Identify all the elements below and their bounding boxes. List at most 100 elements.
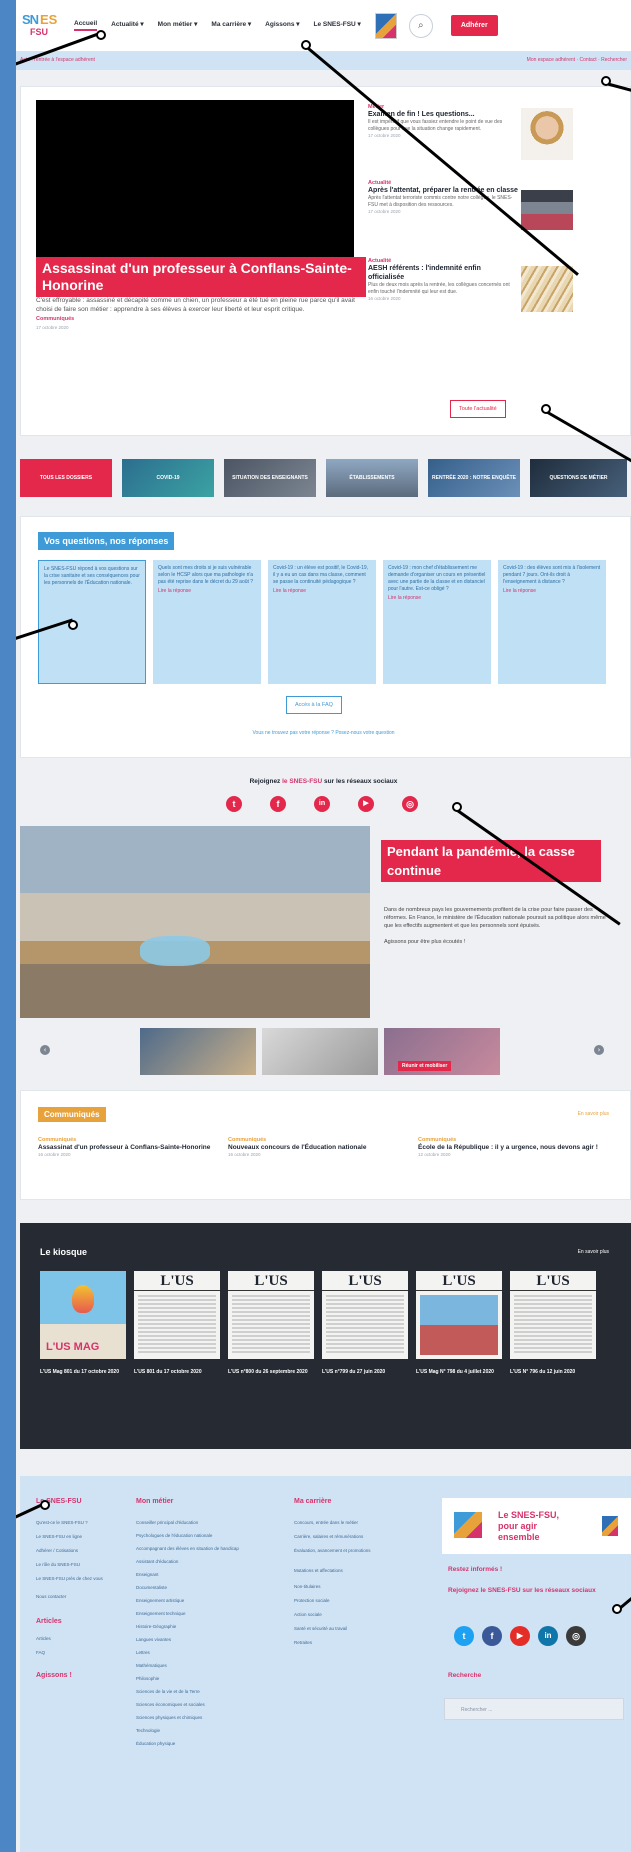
adherer-button[interactable]: Adhérer (450, 15, 498, 36)
fsu-logo[interactable] (374, 12, 397, 39)
footer-link[interactable]: Conseiller principal d'éducation (136, 1520, 198, 1525)
footer-brand-box[interactable]: Le SNES-FSU, pour agir ensemble (442, 1498, 631, 1554)
carousel-thumb[interactable]: Réunir et mobiliser (384, 1028, 500, 1075)
article-thumbnail[interactable] (521, 108, 573, 160)
magazine-cover[interactable]: L'US (322, 1271, 408, 1359)
communiques-more-link[interactable]: En savoir plus (578, 1111, 609, 1117)
faq-access-button[interactable]: Accès à la FAQ (286, 696, 342, 714)
footer-link[interactable]: Enseignement technique (136, 1611, 186, 1616)
footer-link[interactable]: Évaluation, avancement et promotions (294, 1548, 424, 1553)
footer-link[interactable]: Le rôle du SNES-FSU (36, 1562, 80, 1567)
kiosque-more-link[interactable]: En savoir plus (578, 1249, 609, 1255)
subbar-right-links[interactable]: Mon espace adhérent · Contact · Recherch… (527, 57, 627, 63)
footer-link[interactable]: Lettres (136, 1650, 150, 1655)
footer-link[interactable]: Accompagnant des élèves en situation de … (136, 1546, 239, 1551)
footer-articles-heading[interactable]: Articles (36, 1618, 62, 1625)
linkedin-icon[interactable]: in (314, 796, 330, 812)
carousel-thumb[interactable] (262, 1028, 378, 1075)
communique-item[interactable]: Communiqués École de la République : il … (418, 1137, 598, 1157)
article-thumbnail[interactable] (521, 190, 573, 230)
footer-link[interactable]: Le SNES-FSU près de chez vous (36, 1576, 116, 1581)
magazine-cover[interactable]: L'US (228, 1271, 314, 1359)
side-article-2[interactable]: Actualité Après l'attentat, préparer la … (368, 180, 518, 214)
tile-dossiers[interactable]: TOUS LES DOSSIERS (20, 459, 112, 497)
carousel-next-icon[interactable]: › (594, 1045, 604, 1055)
youtube-icon[interactable]: ▶ (510, 1626, 530, 1646)
footer-link[interactable]: Histoire-Géographie (136, 1624, 176, 1629)
tile-covid[interactable]: COVID-19 (122, 459, 214, 497)
magazine-caption[interactable]: L'US N° 796 du 12 juin 2020 (510, 1369, 596, 1376)
menu-item-ma-carriere[interactable]: Ma carrière ▾ (211, 20, 251, 31)
faq-card[interactable]: Covid-19 : mon chef d'établissement me d… (383, 560, 491, 684)
magazine-caption[interactable]: L'US 801 du 17 octobre 2020 (134, 1369, 220, 1376)
footer-search-input[interactable]: Rechercher ... (444, 1698, 624, 1720)
snes-logo[interactable]: SN ES FSU (22, 10, 60, 42)
footer-link[interactable]: Action sociale (294, 1612, 322, 1617)
magazine-cover[interactable]: L'US (510, 1271, 596, 1359)
footer-link[interactable]: Protection sociale (294, 1598, 330, 1603)
faq-card[interactable]: Quels sont mes droits si je suis vulnéra… (153, 560, 261, 684)
footer-link[interactable]: Enseignement artistique (136, 1598, 184, 1603)
magazine-cover[interactable]: L'US MAG (40, 1271, 126, 1359)
tile-metier[interactable]: QUESTIONS DE MÉTIER (530, 459, 627, 497)
footer-agissons-heading[interactable]: Agissons ! (36, 1672, 72, 1679)
side-article-1[interactable]: Métier Examen de fin ! Les questions... … (368, 104, 518, 138)
twitter-icon[interactable]: t (226, 796, 242, 812)
footer-link[interactable]: Psychologues de l'éducation nationale (136, 1533, 212, 1538)
footer-link[interactable]: Non-titulaires (294, 1584, 321, 1589)
menu-item-accueil[interactable]: Accueil (74, 20, 98, 31)
footer-stay-informed[interactable]: Restez informés ! (448, 1566, 502, 1573)
faq-card[interactable]: Le SNES-FSU répond à vos questions sur l… (38, 560, 146, 684)
menu-item-mon-metier[interactable]: Mon métier ▾ (158, 20, 198, 31)
side-article-3[interactable]: Actualité AESH référents : l'indemnité e… (368, 258, 518, 301)
youtube-icon[interactable]: ▶ (358, 796, 374, 812)
facebook-icon[interactable]: f (482, 1626, 502, 1646)
search-icon[interactable]: ⌕ (408, 13, 433, 38)
carousel-prev-icon[interactable]: ‹ (40, 1045, 50, 1055)
instagram-icon[interactable]: ◎ (402, 796, 418, 812)
facebook-icon[interactable]: f (270, 796, 286, 812)
footer-link[interactable]: Concours, entrée dans le métier (294, 1520, 358, 1525)
footer-link[interactable]: Enseignant (136, 1572, 159, 1577)
faq-card[interactable]: Covid-19 : un élève est positif, le Covi… (268, 560, 376, 684)
footer-link[interactable]: Sciences physiques et chimiques (136, 1715, 202, 1720)
linkedin-icon[interactable]: in (538, 1626, 558, 1646)
magazine-caption[interactable]: L'US n°799 du 27 juin 2020 (322, 1369, 408, 1376)
magazine-cover[interactable]: L'US (134, 1271, 220, 1359)
footer-link[interactable]: Technologie (136, 1728, 160, 1733)
footer-link[interactable]: Sciences économiques et sociales (136, 1702, 205, 1707)
article-thumbnail[interactable] (521, 266, 573, 312)
menu-item-actualite[interactable]: Actualité ▾ (111, 20, 144, 31)
footer-link[interactable]: Philosophie (136, 1676, 159, 1681)
instagram-icon[interactable]: ◎ (566, 1626, 586, 1646)
magazine-cover[interactable]: L'US (416, 1271, 502, 1359)
faq-card[interactable]: Covid-19 : des élèves sont mis à l'isole… (498, 560, 606, 684)
footer-link[interactable]: Carrière, salaires et rémunérations (294, 1534, 363, 1539)
feature-title[interactable]: Pendant la pandémie, la casse continue (381, 840, 601, 882)
footer-link[interactable]: Assistant d'éducation (136, 1559, 178, 1564)
footer-link[interactable]: Documentaliste (136, 1585, 167, 1590)
footer-link[interactable]: Mathématiques (136, 1663, 167, 1668)
footer-link[interactable]: Le SNES-FSU en ligne (36, 1534, 82, 1539)
tile-enquete[interactable]: RENTRÉE 2020 : NOTRE ENQUÊTE (428, 459, 520, 497)
footer-col3-heading[interactable]: Ma carrière (294, 1498, 331, 1505)
footer-link[interactable]: Éducation physique (136, 1741, 175, 1746)
footer-link[interactable]: Qu'est-ce le SNES-FSU ? (36, 1520, 88, 1525)
footer-link[interactable]: Mutations et affectations (294, 1568, 343, 1573)
magazine-caption[interactable]: L'US Mag 801 du 17 octobre 2020 (40, 1369, 126, 1376)
footer-link[interactable]: Santé et sécurité au travail (294, 1626, 347, 1631)
faq-footer-text[interactable]: Vous ne trouvez pas votre réponse ? Pose… (16, 730, 631, 736)
hero-title[interactable]: Assassinat d'un professeur à Conflans-Sa… (36, 257, 366, 297)
footer-link[interactable]: Adhérer / Cotisations (36, 1548, 78, 1553)
hero-tag[interactable]: Communiqués (36, 316, 74, 322)
tile-etablissements[interactable]: ÉTABLISSEMENTS (326, 459, 418, 497)
footer-link[interactable]: Articles (36, 1636, 51, 1641)
footer-link[interactable]: Sciences de la vie et de la Terre (136, 1689, 200, 1694)
footer-link[interactable]: Retraites (294, 1640, 312, 1645)
magazine-caption[interactable]: L'US n°800 du 26 septembre 2020 (228, 1369, 314, 1376)
carousel-thumb[interactable] (140, 1028, 256, 1075)
communique-item[interactable]: Communiqués Nouveaux concours de l'Éduca… (228, 1137, 408, 1157)
feature-image[interactable] (20, 826, 370, 1018)
footer-col2-heading[interactable]: Mon métier (136, 1498, 173, 1505)
hero-video[interactable] (36, 100, 354, 260)
